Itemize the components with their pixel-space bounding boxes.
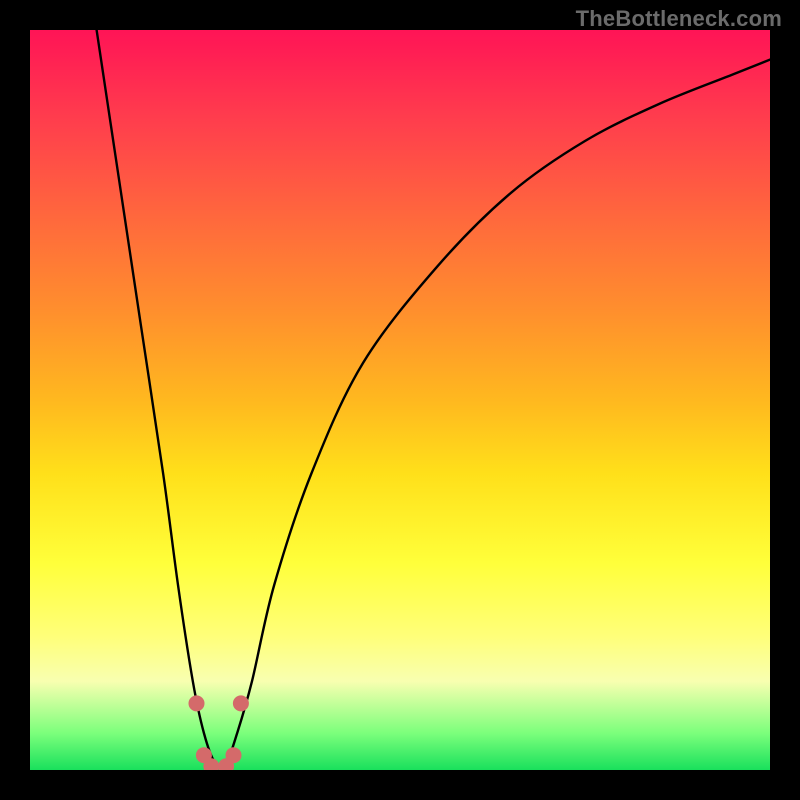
bottleneck-curve: [97, 30, 770, 766]
curve-marker: [226, 747, 242, 763]
chart-svg: [30, 30, 770, 770]
curve-markers: [189, 695, 249, 770]
chart-outer-frame: TheBottleneck.com: [0, 0, 800, 800]
watermark-text: TheBottleneck.com: [576, 6, 782, 32]
curve-marker: [233, 695, 249, 711]
curve-marker: [189, 695, 205, 711]
plot-area: [30, 30, 770, 770]
